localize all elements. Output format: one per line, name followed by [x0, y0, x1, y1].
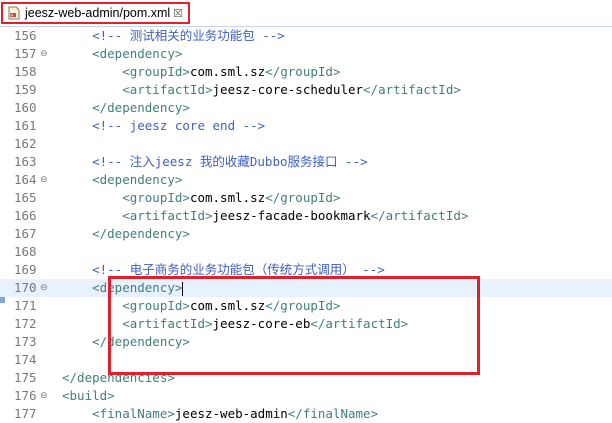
- code-line[interactable]: 158 <groupId>com.sml.sz</groupId>: [0, 63, 612, 81]
- line-number: 165: [14, 190, 37, 205]
- code-line[interactable]: 159 <artifactId>jeesz-core-scheduler</ar…: [0, 81, 612, 99]
- line-number: 162: [14, 136, 37, 151]
- code-text: <!-- jeesz core end -->: [62, 118, 266, 133]
- line-number: 171: [14, 298, 37, 313]
- line-number: 172: [14, 316, 37, 331]
- highlight-box: [108, 276, 480, 375]
- code-text: <dependency>: [62, 46, 183, 61]
- code-line[interactable]: 165 <groupId>com.sml.sz</groupId>: [0, 189, 612, 207]
- code-text: </dependency>: [62, 226, 190, 241]
- code-text: <finalName>jeesz-web-admin</finalName>: [62, 406, 379, 421]
- code-line[interactable]: 160 </dependency>: [0, 99, 612, 117]
- fold-toggle-icon[interactable]: ⊖: [40, 279, 48, 297]
- line-number: 175: [14, 370, 37, 385]
- code-text: <dependency>: [62, 172, 183, 187]
- line-number: 177: [14, 406, 37, 421]
- code-text: <build>: [62, 388, 115, 403]
- code-text: <artifactId>jeesz-core-scheduler</artifa…: [62, 82, 461, 97]
- code-line[interactable]: 177 <finalName>jeesz-web-admin</finalNam…: [0, 405, 612, 423]
- code-text: <!-- 注入jeesz 我的收藏Dubbo服务接口 -->: [62, 154, 368, 169]
- tab-title: jeesz-web-admin/pom.xml: [25, 6, 171, 20]
- fold-toggle-icon[interactable]: ⊖: [40, 45, 48, 63]
- code-line[interactable]: 157 ⊖ <dependency>: [0, 45, 612, 63]
- tab-pom-xml[interactable]: M jeesz-web-admin/pom.xml ☒: [1, 2, 190, 24]
- code-line[interactable]: 167 </dependency>: [0, 225, 612, 243]
- code-line[interactable]: 163 <!-- 注入jeesz 我的收藏Dubbo服务接口 -->: [0, 153, 612, 171]
- code-line[interactable]: 162: [0, 135, 612, 153]
- svg-text:M: M: [10, 13, 13, 17]
- line-number: 156: [14, 28, 37, 43]
- line-number: 158: [14, 64, 37, 79]
- code-line[interactable]: 166 <artifactId>jeesz-facade-bookmark</a…: [0, 207, 612, 225]
- code-line[interactable]: 161 <!-- jeesz core end -->: [0, 117, 612, 135]
- editor-tab-bar: M jeesz-web-admin/pom.xml ☒: [0, 0, 612, 27]
- line-number: 169: [14, 262, 37, 277]
- code-text: </dependency>: [62, 100, 190, 115]
- line-number: 167: [14, 226, 37, 241]
- line-number: 159: [14, 82, 37, 97]
- code-line[interactable]: 156 <!-- 测试相关的业务功能包 -->: [0, 27, 612, 45]
- line-number: 166: [14, 208, 37, 223]
- fold-toggle-icon[interactable]: ⊖: [40, 171, 48, 189]
- code-line[interactable]: 176 ⊖ <build>: [0, 387, 612, 405]
- code-line[interactable]: 168: [0, 243, 612, 261]
- xml-file-icon: M: [8, 6, 20, 20]
- line-number: 161: [14, 118, 37, 133]
- line-number: 168: [14, 244, 37, 259]
- code-editor[interactable]: 156 <!-- 测试相关的业务功能包 --> 157 ⊖ <dependency>…: [0, 27, 612, 421]
- fold-toggle-icon[interactable]: ⊖: [40, 387, 48, 405]
- code-text: <!-- 测试相关的业务功能包 -->: [62, 28, 285, 43]
- code-text: <groupId>com.sml.sz</groupId>: [62, 190, 341, 205]
- close-icon[interactable]: ☒: [173, 7, 183, 20]
- line-number: 173: [14, 334, 37, 349]
- line-number: 160: [14, 100, 37, 115]
- code-line[interactable]: 164 ⊖ <dependency>: [0, 171, 612, 189]
- code-text: <groupId>com.sml.sz</groupId>: [62, 64, 341, 79]
- code-text: <artifactId>jeesz-facade-bookmark</artif…: [62, 208, 469, 223]
- line-number: 174: [14, 352, 37, 367]
- line-number: 163: [14, 154, 37, 169]
